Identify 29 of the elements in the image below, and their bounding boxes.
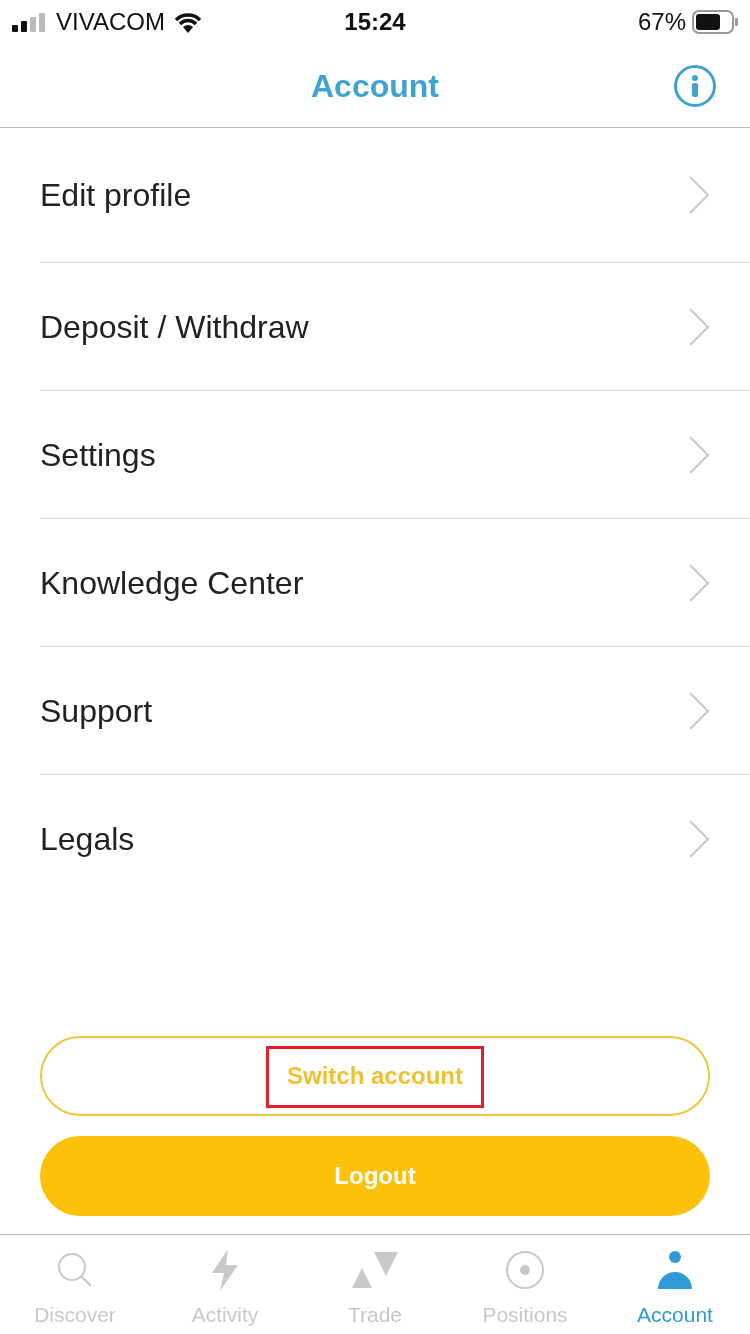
menu-item[interactable]: Settings	[40, 391, 750, 519]
chevron-icon	[688, 434, 710, 475]
menu-item[interactable]: Knowledge Center	[40, 519, 750, 647]
chevron-icon	[688, 562, 710, 603]
menu-item[interactable]: Support	[40, 647, 750, 775]
triangles-icon	[352, 1251, 398, 1288]
tab-label: Account	[637, 1301, 713, 1328]
chevron-icon	[688, 690, 710, 731]
signal-icon	[12, 12, 48, 32]
switch-account-button[interactable]: Switch account	[40, 1036, 710, 1116]
tab-item[interactable]: Account	[600, 1235, 750, 1334]
clock-time: 15:24	[344, 7, 406, 37]
carrier-name: VIVACOM	[56, 7, 165, 37]
lightning-icon	[210, 1248, 240, 1291]
battery-percent: 67%	[637, 7, 686, 37]
chevron-icon	[688, 175, 710, 215]
target-icon	[505, 1249, 545, 1290]
chevron-icon	[688, 819, 710, 859]
info-icon	[691, 74, 699, 97]
menu-item[interactable]: Legals	[40, 775, 750, 903]
menu-item[interactable]: Deposit / Withdraw	[40, 263, 750, 391]
battery-icon	[692, 10, 738, 34]
menu-item[interactable]: Edit profile	[40, 128, 750, 263]
wifi-icon	[172, 11, 203, 33]
person-icon	[658, 1250, 692, 1289]
chevron-icon	[688, 306, 710, 347]
logout-button[interactable]: Logout	[40, 1136, 710, 1216]
page-title: Account	[311, 66, 439, 106]
info-button[interactable]	[674, 64, 716, 107]
